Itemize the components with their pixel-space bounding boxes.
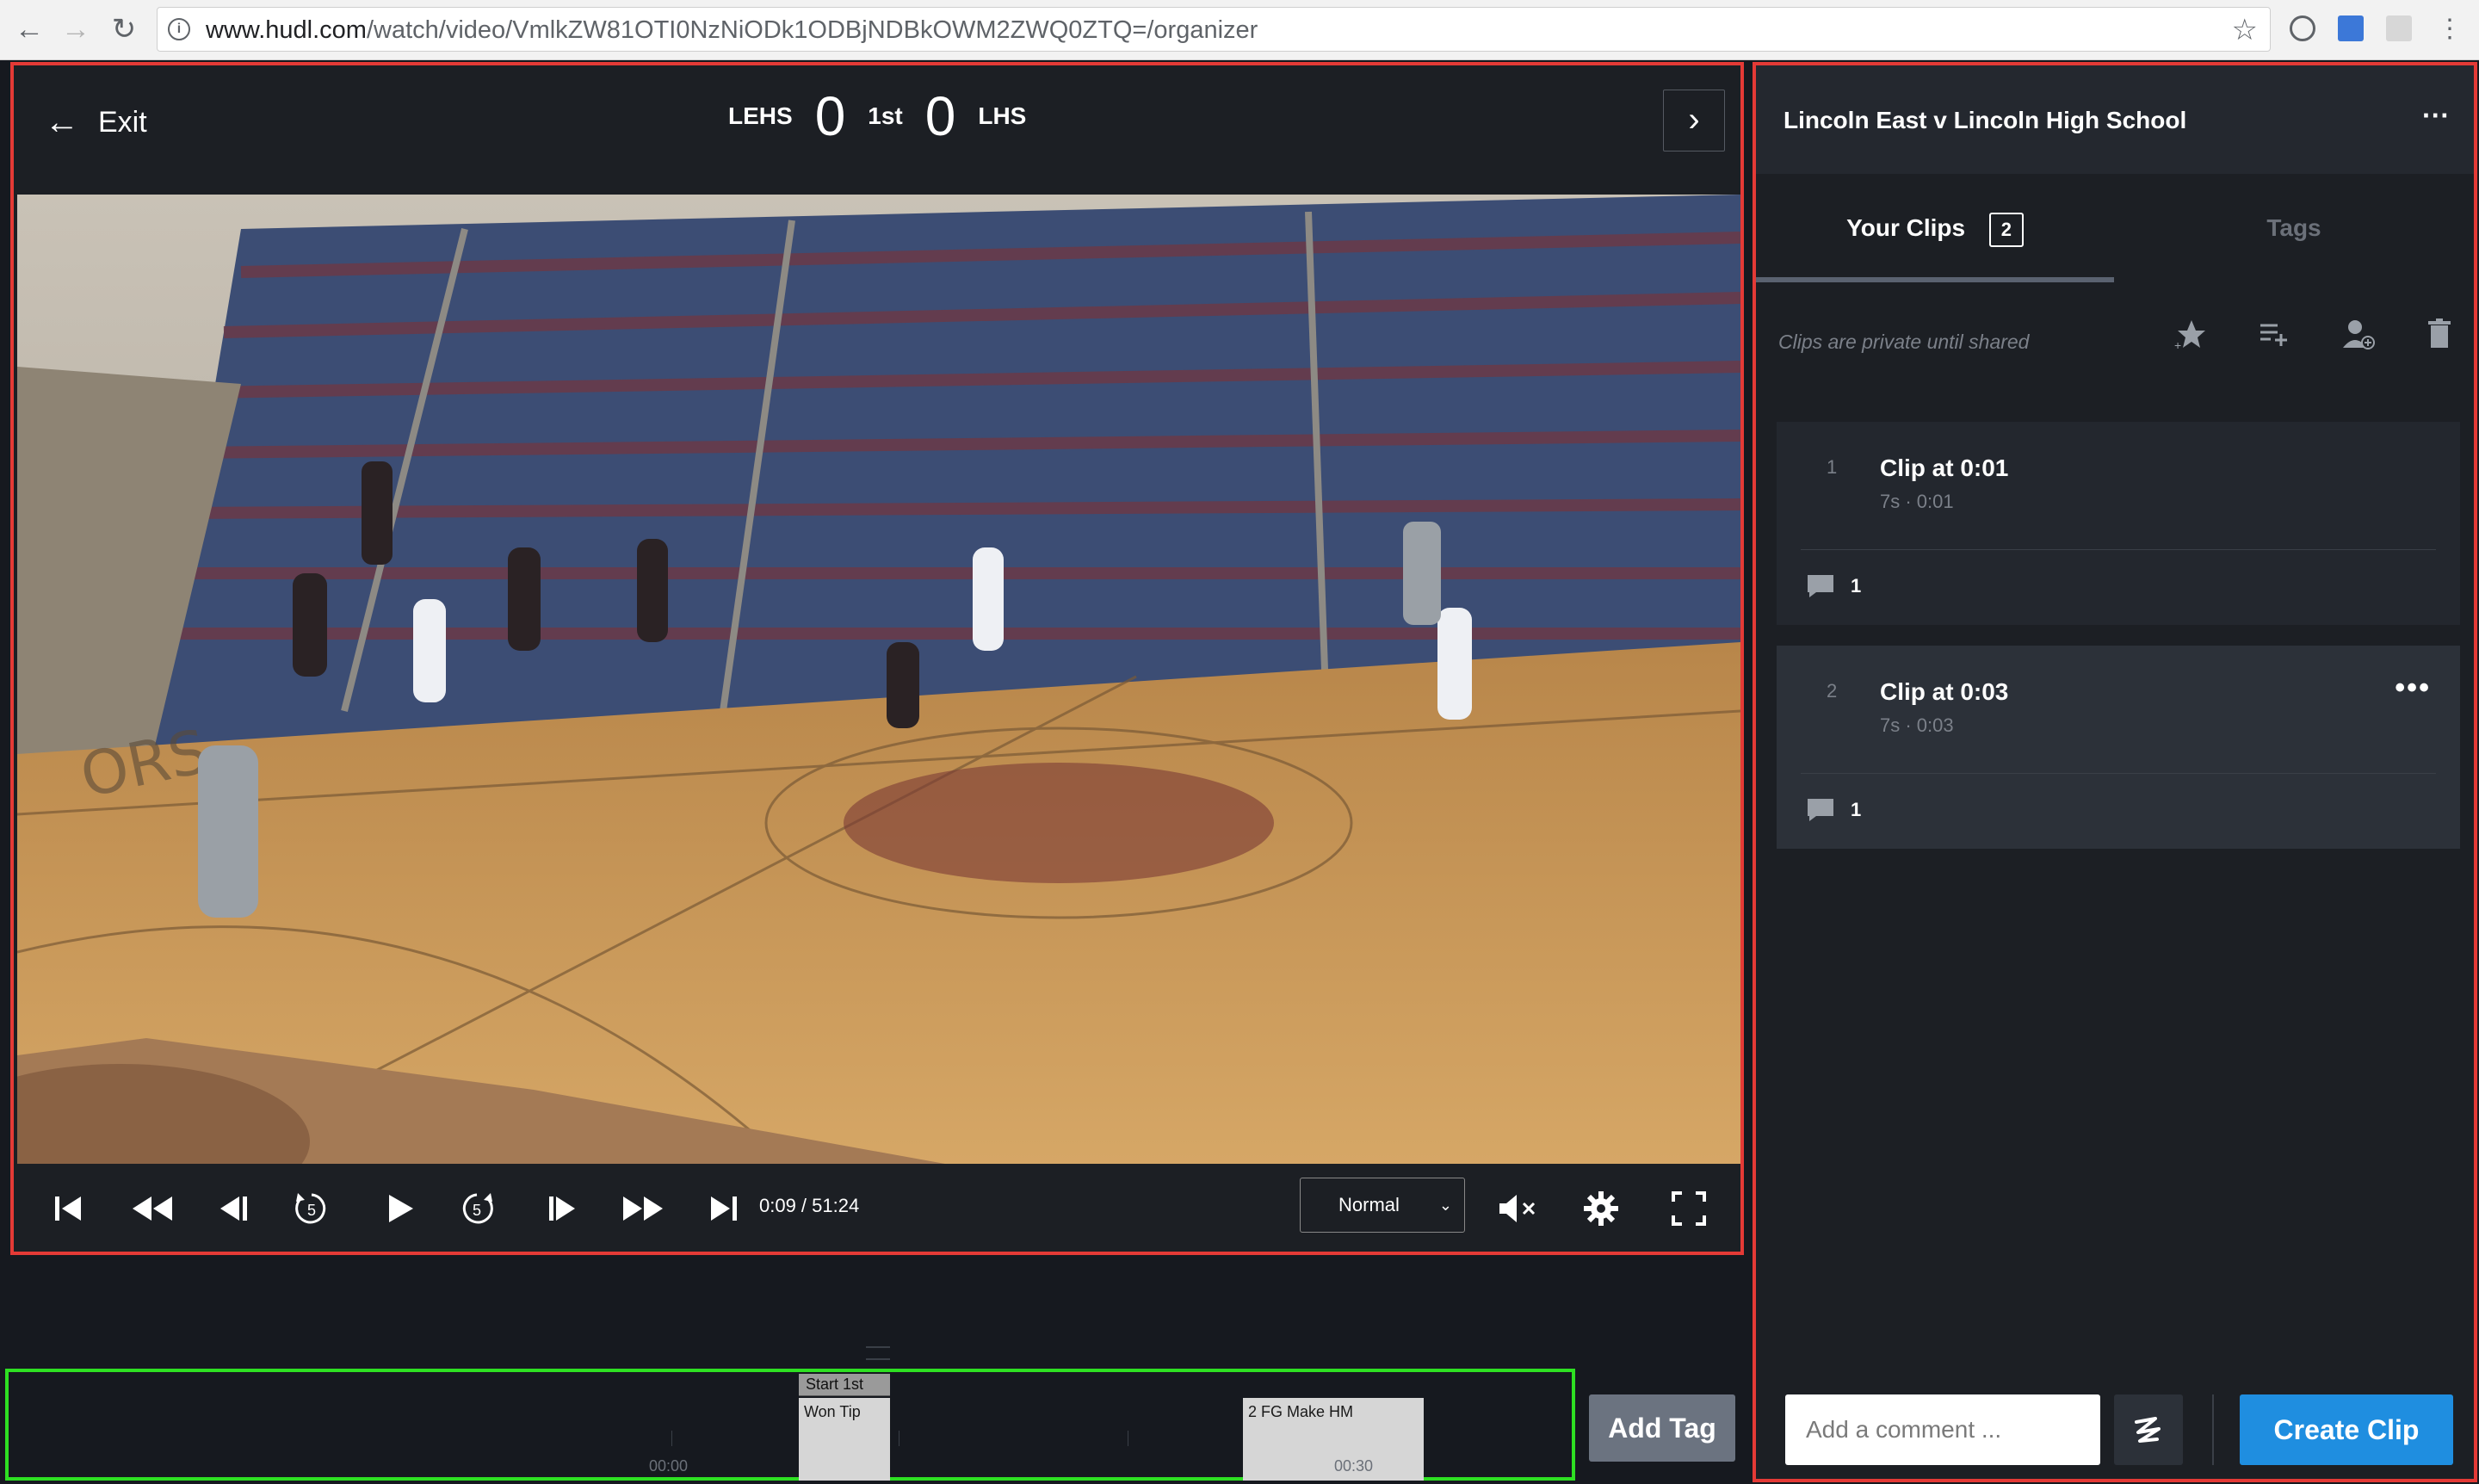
share-user-icon[interactable] — [2338, 313, 2379, 355]
rewind-icon[interactable] — [129, 1190, 176, 1227]
comment-icon[interactable] — [1806, 797, 1835, 823]
timeline-time-label: 00:00 — [649, 1457, 689, 1475]
forward-arrow-icon[interactable]: → — [59, 12, 93, 46]
next-video-button[interactable]: › — [1663, 90, 1725, 151]
privacy-note: Clips are private until shared — [1778, 331, 2030, 353]
timeline-tick — [671, 1431, 672, 1446]
chevron-down-icon: ⌄ — [1438, 1196, 1452, 1214]
play-icon[interactable] — [382, 1190, 417, 1227]
skip-back-5-icon[interactable]: 5 — [291, 1190, 332, 1227]
period-tag-start[interactable]: Start 1st — [799, 1374, 890, 1396]
highlight-star-icon[interactable]: + — [2169, 313, 2210, 355]
exit-label: Exit — [98, 106, 147, 139]
playback-speed-select[interactable]: Normal ⌄ — [1300, 1178, 1465, 1233]
timeline-resize-handle[interactable] — [866, 1346, 890, 1360]
clip-name[interactable]: Clip at 0:01 — [1880, 454, 2008, 482]
settings-gear-icon[interactable] — [1582, 1190, 1620, 1227]
tab-tags[interactable]: Tags — [2114, 174, 2474, 282]
away-team: LHS — [978, 102, 1027, 129]
away-score: 0 — [924, 85, 956, 147]
video-frame[interactable]: ORS — [17, 195, 1740, 1167]
player-topbar: ← Exit LEHS 0 1st 0 LHS › — [14, 65, 1740, 195]
previous-frame-icon[interactable] — [215, 1190, 250, 1227]
clip-options-icon[interactable]: ••• — [2395, 671, 2431, 705]
clip-meta: 7s · 0:03 — [1880, 714, 1954, 736]
extension-info-icon[interactable] — [2290, 15, 2315, 41]
divider — [2212, 1394, 2214, 1465]
bookmark-star-icon[interactable]: ☆ — [2232, 13, 2258, 47]
back-arrow-icon[interactable]: ← — [12, 12, 46, 46]
video-title: Lincoln East v Lincoln High School — [1784, 107, 2187, 133]
site-info-icon[interactable]: i — [168, 18, 190, 40]
clip-index: 2 — [1827, 680, 1838, 702]
fast-forward-icon[interactable] — [620, 1190, 666, 1227]
clip-item[interactable]: 2 Clip at 0:03 7s · 0:03 ••• 1 — [1777, 646, 2460, 849]
divider — [1801, 549, 2436, 550]
clips-sidebar: Lincoln East v Lincoln High School ··· Y… — [1753, 62, 2477, 1482]
comment-icon[interactable] — [1806, 573, 1835, 599]
scoreboard: LEHS 0 1st 0 LHS — [728, 84, 1026, 148]
clips-count-badge: 2 — [1988, 212, 2024, 247]
clip-meta: 7s · 0:01 — [1880, 491, 1954, 512]
comment-count: 1 — [1851, 575, 1862, 597]
clip-index: 1 — [1827, 456, 1838, 478]
browser-toolbar: ← → ↻ i www.hudl.com/watch/video/VmlkZW8… — [0, 0, 2479, 60]
divider — [1801, 773, 2436, 774]
skip-to-start-icon[interactable] — [52, 1190, 86, 1227]
mute-icon[interactable] — [1496, 1190, 1539, 1227]
tab-your-clips[interactable]: Your Clips 2 — [1756, 174, 2114, 282]
video-player: ← Exit LEHS 0 1st 0 LHS › ORS 5 5 0:09 /… — [10, 62, 1744, 1255]
fullscreen-icon[interactable] — [1670, 1190, 1708, 1227]
home-score: 0 — [814, 85, 846, 147]
comment-input[interactable]: Add a comment ... — [1785, 1394, 2100, 1465]
skip-to-end-icon[interactable] — [706, 1190, 740, 1227]
timecode: 0:09 / 51:24 — [759, 1195, 860, 1216]
browser-menu-icon[interactable]: ⋮ — [2433, 12, 2467, 46]
svg-text:+: + — [2174, 338, 2181, 351]
game-period: 1st — [868, 102, 903, 129]
playback-speed-value: Normal — [1338, 1194, 1400, 1215]
add-tag-button[interactable]: Add Tag — [1589, 1394, 1735, 1462]
url-text[interactable]: www.hudl.com/watch/video/VmlkZW81OTI0NzN… — [206, 16, 1258, 45]
timeline-tag-fg-make[interactable]: 2 FG Make HM — [1243, 1398, 1424, 1481]
timeline-time-label: 00:30 — [1334, 1457, 1374, 1475]
player-controls: 5 5 0:09 / 51:24 Normal ⌄ — [14, 1164, 1740, 1252]
timeline-tag-won-tip[interactable]: Won Tip — [799, 1398, 890, 1481]
comment-count: 1 — [1851, 799, 1862, 820]
clip-item[interactable]: 1 Clip at 0:01 7s · 0:01 1 — [1777, 422, 2460, 625]
drawing-tool-icon — [2135, 1417, 2161, 1443]
extension-color-icon[interactable] — [2338, 15, 2364, 41]
svg-text:5: 5 — [307, 1202, 316, 1219]
clip-name[interactable]: Clip at 0:03 — [1880, 678, 2008, 706]
reload-icon[interactable]: ↻ — [107, 12, 141, 46]
tab-your-clips-label: Your Clips — [1846, 214, 1966, 241]
extension-gray-icon[interactable] — [2386, 15, 2412, 41]
draw-annotation-button[interactable] — [2114, 1394, 2183, 1465]
sidebar-header: Lincoln East v Lincoln High School ··· — [1756, 65, 2474, 174]
exit-button[interactable]: ← Exit — [45, 103, 147, 142]
sidebar-tabs: Your Clips 2 Tags — [1756, 174, 2474, 282]
trash-icon[interactable] — [2419, 313, 2460, 355]
basketball-court-image: ORS — [17, 195, 1740, 1167]
address-bar[interactable]: i www.hudl.com/watch/video/VmlkZW81OTI0N… — [157, 7, 2271, 52]
tag-timeline[interactable]: 00:00 Start 1st Won Tip 2 FG Make HM 00:… — [5, 1369, 1575, 1481]
more-options-icon[interactable]: ··· — [2422, 100, 2450, 132]
home-team: LEHS — [728, 102, 793, 129]
skip-forward-5-icon[interactable]: 5 — [456, 1190, 498, 1227]
svg-text:5: 5 — [473, 1202, 481, 1219]
back-arrow-icon: ← — [45, 103, 79, 141]
next-frame-icon[interactable] — [546, 1190, 580, 1227]
create-clip-button[interactable]: Create Clip — [2240, 1394, 2453, 1465]
add-to-playlist-icon[interactable] — [2253, 313, 2295, 355]
